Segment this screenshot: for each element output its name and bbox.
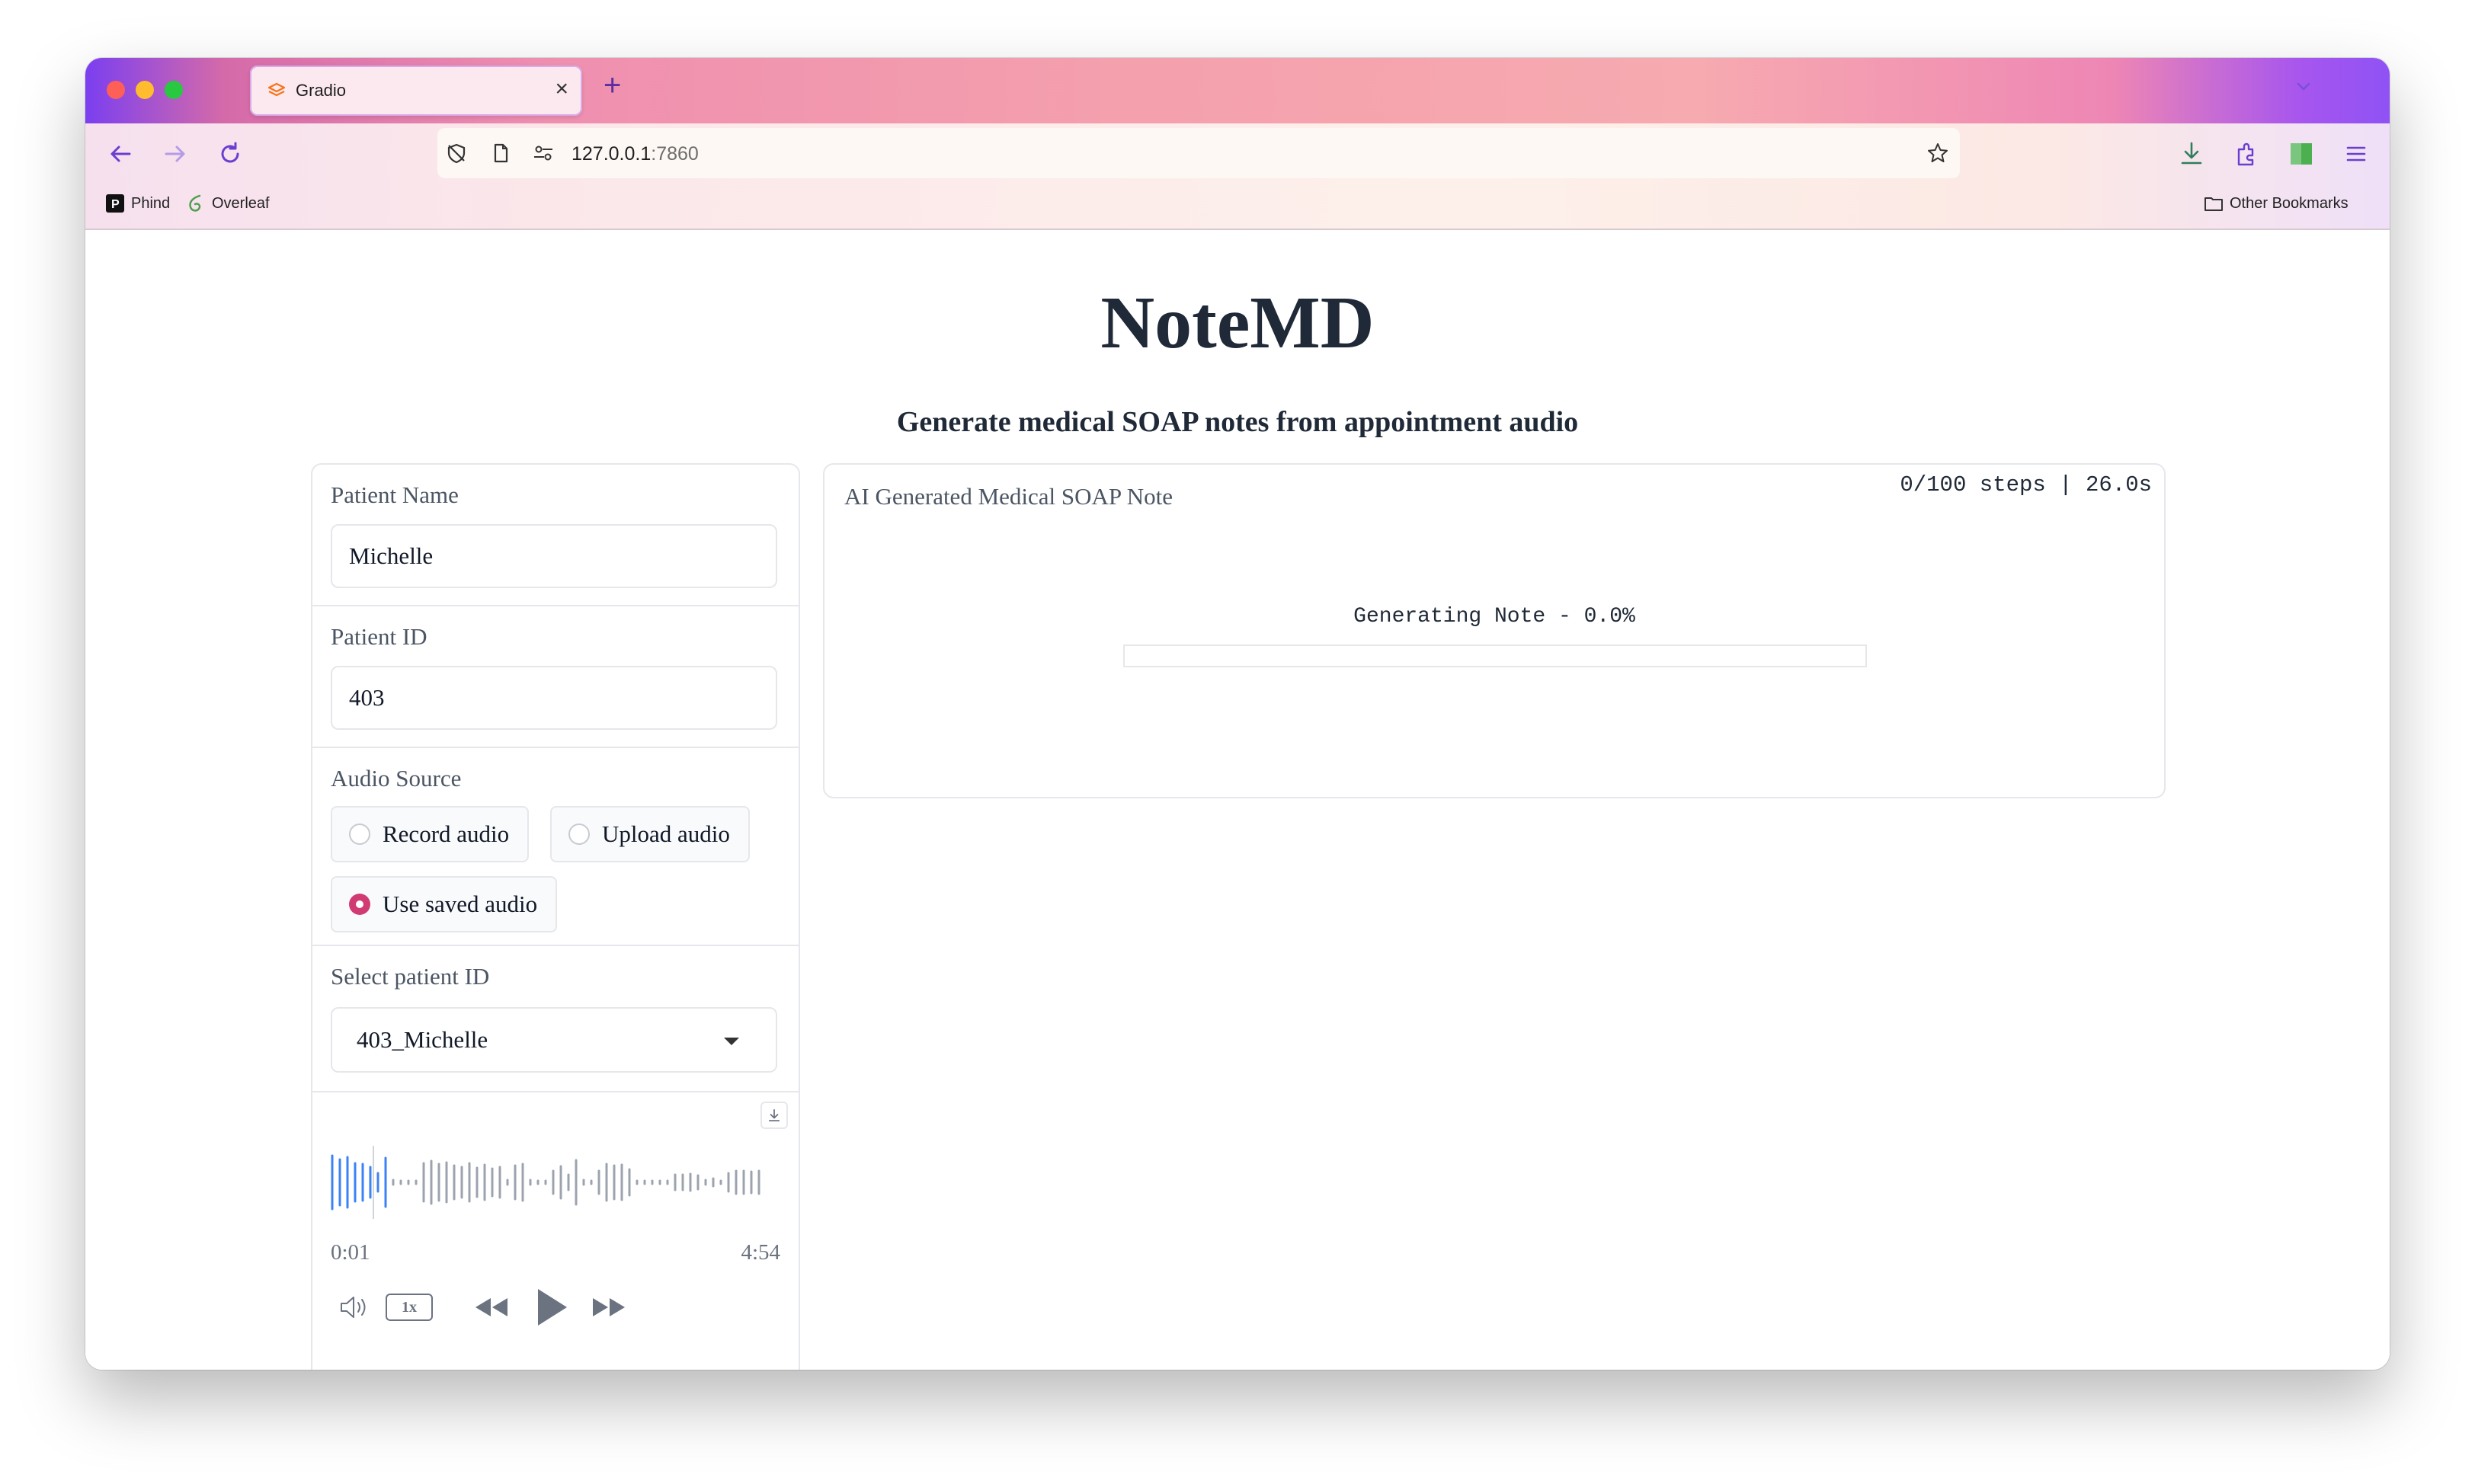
output-label: AI Generated Medical SOAP Note: [844, 483, 1173, 510]
tab-title: Gradio: [296, 81, 347, 100]
radio-label: Use saved audio: [383, 891, 538, 917]
back-arrow-icon[interactable]: [105, 139, 136, 169]
radio-record-audio[interactable]: Record audio: [331, 806, 530, 862]
extensions-icon[interactable]: [2231, 139, 2262, 169]
select-patient-label: Select patient ID: [331, 963, 490, 990]
download-icon[interactable]: [760, 1102, 788, 1129]
patient-name-label: Patient Name: [331, 481, 459, 508]
overleaf-icon: [189, 194, 201, 212]
select-patient-dropdown[interactable]: 403_Michelle: [331, 1007, 777, 1073]
play-icon[interactable]: [533, 1286, 570, 1329]
menu-icon[interactable]: [2341, 139, 2371, 169]
radio-indicator: [568, 824, 590, 845]
other-bookmarks-label: Other Bookmarks: [2230, 194, 2349, 212]
playback-speed-button[interactable]: 1x: [386, 1294, 433, 1321]
duration: 4:54: [741, 1240, 780, 1265]
audio-source-label: Audio Source: [331, 765, 462, 792]
permissions-icon[interactable]: [532, 142, 555, 165]
downloads-icon[interactable]: [2176, 139, 2207, 169]
soap-note-output: AI Generated Medical SOAP Note 0/100 ste…: [823, 463, 2166, 798]
url-bar[interactable]: 127.0.0.1:7860: [437, 128, 1960, 178]
svg-text:P: P: [111, 198, 120, 211]
other-bookmarks[interactable]: Other Bookmarks: [2204, 193, 2349, 213]
bookmark-label: Phind: [131, 194, 171, 212]
reload-icon[interactable]: [215, 139, 245, 169]
page-title: NoteMD: [1100, 282, 1375, 364]
patient-id-input[interactable]: 403: [331, 666, 777, 730]
fast-forward-icon[interactable]: [590, 1294, 628, 1321]
patient-id-label: Patient ID: [331, 623, 427, 650]
caret-down-icon: [724, 1038, 739, 1045]
page-info-icon[interactable]: [489, 142, 512, 165]
browser-window: Gradio × + 127.0.0.1:7860 P Phind Overle…: [85, 58, 2390, 1370]
tracking-protection-icon[interactable]: [445, 142, 468, 165]
tab-close-icon[interactable]: ×: [555, 76, 568, 102]
select-patient-block: Select patient ID 403_Michelle: [312, 945, 799, 1092]
sheets-extension-icon[interactable]: [2286, 139, 2317, 169]
bookmark-star-icon[interactable]: [1926, 142, 1949, 165]
url-text: 127.0.0.1:7860: [572, 143, 699, 165]
audio-source-block: Audio Source Record audio Upload audio U…: [312, 747, 799, 946]
chevron-down-icon[interactable]: [2292, 75, 2315, 98]
progress-bar: [1123, 644, 1867, 667]
radio-label: Upload audio: [602, 820, 730, 847]
volume-icon[interactable]: [338, 1294, 372, 1321]
patient-id-block: Patient ID 403: [312, 605, 799, 748]
zoom-window-button[interactable]: [165, 81, 183, 99]
new-tab-button[interactable]: +: [604, 69, 621, 102]
bookmark-phind[interactable]: P Phind: [105, 193, 170, 213]
radio-upload-audio[interactable]: Upload audio: [550, 806, 750, 862]
radio-label: Record audio: [383, 820, 510, 847]
gradio-favicon-icon: [267, 82, 286, 97]
generating-status: Generating Note - 0.0%: [1353, 605, 1635, 628]
audio-waveform[interactable]: [331, 1137, 780, 1228]
radio-indicator: [349, 824, 370, 845]
rewind-icon[interactable]: [472, 1294, 511, 1321]
bookmark-overleaf[interactable]: Overleaf: [186, 193, 270, 213]
audio-player: 0:01 4:54 1x: [312, 1091, 799, 1370]
current-time: 0:01: [331, 1240, 370, 1265]
input-column: Patient Name Michelle Patient ID 403 Aud…: [311, 463, 800, 1370]
minimize-window-button[interactable]: [136, 81, 154, 99]
steps-status: 0/100 steps | 26.0s: [1900, 472, 2152, 497]
browser-tab[interactable]: Gradio ×: [250, 66, 582, 116]
close-window-button[interactable]: [107, 81, 125, 99]
folder-icon: [2204, 197, 2223, 211]
app-page: NoteMD Generate medical SOAP notes from …: [85, 230, 2390, 1370]
radio-indicator-selected: [349, 894, 370, 915]
patient-name-input[interactable]: Michelle: [331, 524, 777, 588]
bookmark-label: Overleaf: [212, 194, 270, 212]
radio-use-saved-audio[interactable]: Use saved audio: [331, 876, 558, 932]
page-subtitle: Generate medical SOAP notes from appoint…: [896, 406, 1579, 438]
patient-name-block: Patient Name Michelle: [312, 465, 799, 606]
forward-arrow-icon[interactable]: [160, 139, 191, 169]
dropdown-value: 403_Michelle: [357, 1026, 488, 1053]
phind-icon: P: [106, 194, 124, 213]
